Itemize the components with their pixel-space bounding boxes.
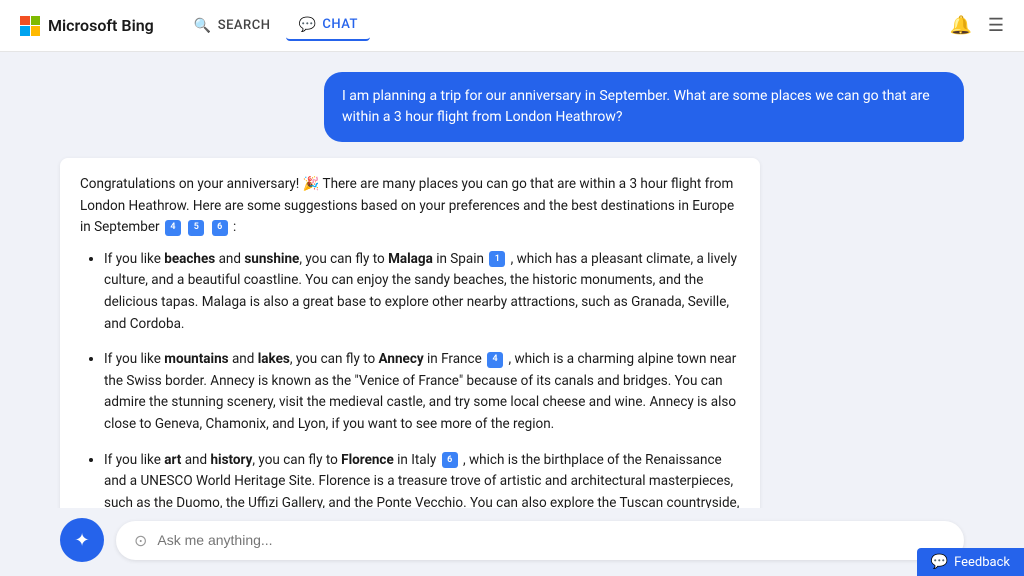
menu-icon[interactable]: ☰ [988,15,1004,36]
input-wrapper: ⊙ [116,521,964,560]
nav-chat-label: CHAT [322,17,358,32]
citation-4b[interactable]: 4 [487,352,503,368]
bot-message: Congratulations on your anniversary! 🎉 T… [60,158,760,508]
header: Microsoft Bing 🔍 SEARCH 💬 CHAT 🔔 ☰ [0,0,1024,52]
logo-area: Microsoft Bing [20,16,154,36]
input-search-icon: ⊙ [134,531,147,550]
notification-icon[interactable]: 🔔 [949,15,971,36]
nav-chat[interactable]: 💬 CHAT [286,11,370,41]
logo-text: Microsoft Bing [48,16,154,35]
input-area: ✦ ⊙ [0,508,1024,576]
bot-suggestions-list: If you like beaches and sunshine, you ca… [80,249,740,508]
chat-area: I am planning a trip for our anniversary… [0,52,1024,508]
feedback-button[interactable]: 💬 Feedback [917,548,1024,576]
citation-6[interactable]: 6 [212,220,228,236]
microsoft-logo [20,16,40,36]
bot-intro-text: Congratulations on your anniversary! 🎉 T… [80,174,740,239]
nav: 🔍 SEARCH 💬 CHAT [182,11,370,41]
chat-button[interactable]: ✦ [60,518,104,562]
sparkle-icon: ✦ [74,530,89,551]
citation-6b[interactable]: 6 [442,452,458,468]
feedback-icon: 💬 [931,554,948,570]
user-bubble: I am planning a trip for our anniversary… [324,72,964,142]
feedback-label: Feedback [954,555,1010,570]
header-right: 🔔 ☰ [949,15,1004,36]
chat-icon: 💬 [298,17,316,33]
chat-input[interactable] [157,532,946,548]
user-message: I am planning a trip for our anniversary… [60,72,964,142]
list-item: If you like mountains and lakes, you can… [104,349,740,435]
nav-search-label: SEARCH [218,18,271,33]
citation-5[interactable]: 5 [188,220,204,236]
citation-1[interactable]: 1 [489,251,505,267]
nav-search[interactable]: 🔍 SEARCH [182,12,283,40]
list-item: If you like beaches and sunshine, you ca… [104,249,740,335]
list-item: If you like art and history, you can fly… [104,450,740,508]
search-icon: 🔍 [194,18,212,34]
citation-4[interactable]: 4 [165,220,181,236]
